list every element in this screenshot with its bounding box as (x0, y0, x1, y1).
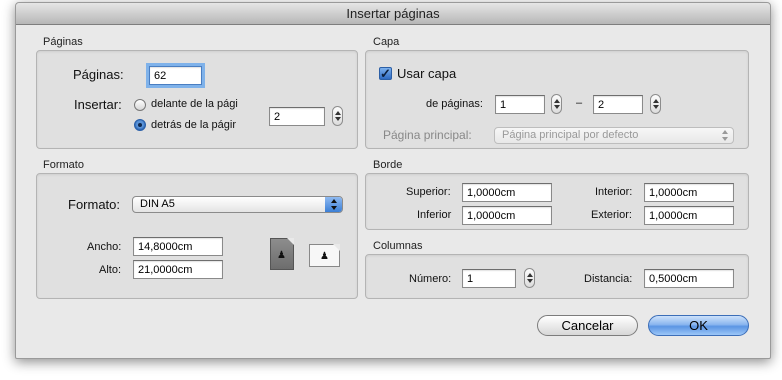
section-title-borde: Borde (373, 159, 403, 171)
alto-input[interactable]: 21,0000cm (133, 260, 223, 279)
inferior-label: Inferior (417, 209, 452, 221)
distancia-input[interactable]: 0,5000cm (644, 269, 734, 288)
pagina-principal-label: Página principal: (383, 128, 472, 142)
radio-before-label[interactable]: delante de la pági (151, 98, 238, 110)
numero-stepper[interactable] (524, 268, 535, 288)
ancho-input[interactable]: 14,8000cm (133, 237, 223, 256)
portrait-icon: ♟ (277, 250, 286, 261)
ancho-label: Ancho: (87, 241, 122, 253)
insert-pages-dialog: Insertar páginas Páginas Páginas: 62 Ins… (15, 2, 771, 359)
exterior-input[interactable]: 1,0000cm (644, 206, 734, 225)
interior-input[interactable]: 1,0000cm (644, 183, 734, 202)
to-page-stepper[interactable] (650, 94, 661, 114)
cancel-button[interactable]: Cancelar (537, 315, 638, 336)
pagina-principal-popup[interactable]: Página principal por defecto (494, 127, 734, 144)
exterior-label: Exterior: (591, 209, 632, 221)
superior-label: Superior: (406, 186, 451, 198)
portrait-orientation-button[interactable]: ♟ (270, 238, 294, 270)
radio-after-label[interactable]: detrás de la págir (151, 119, 236, 131)
de-paginas-label: de páginas: (426, 98, 483, 110)
usar-capa-checkbox[interactable]: ✓ (379, 67, 392, 80)
popup-arrows-icon (716, 128, 733, 143)
interior-label: Interior: (595, 186, 633, 198)
formato-popup[interactable]: DIN A5 (132, 196, 343, 213)
alto-label: Alto: (99, 264, 122, 276)
section-title-formato: Formato (43, 159, 84, 171)
borde-group: Superior: 1,0000cm Inferior 1,0000cm Int… (365, 173, 749, 230)
page-number-input[interactable]: 2 (269, 107, 325, 126)
usar-capa-label[interactable]: Usar capa (397, 66, 456, 81)
radio-after[interactable] (134, 119, 146, 131)
range-dash: – (576, 97, 583, 109)
paginas-label: Páginas: (73, 67, 124, 82)
from-page-stepper[interactable] (551, 94, 562, 114)
columnas-group: Número: 1 Distancia: 0,5000cm (365, 254, 749, 299)
distancia-label: Distancia: (584, 273, 633, 285)
capa-group: ✓ Usar capa de páginas: 1 – 2 Página pri… (365, 50, 749, 149)
popup-arrows-icon (325, 197, 342, 212)
from-page-input[interactable]: 1 (495, 95, 545, 114)
pagina-principal-value: Página principal por defecto (502, 129, 639, 141)
radio-before[interactable] (134, 99, 146, 111)
to-page-input[interactable]: 2 (593, 95, 643, 114)
formato-label: Formato: (68, 197, 121, 212)
window-title: Insertar páginas (16, 3, 770, 25)
numero-label: Número: (409, 273, 452, 285)
inferior-input[interactable]: 1,0000cm (462, 206, 552, 225)
formato-group: Formato: DIN A5 Ancho: 14,8000cm Alto: 2… (36, 173, 358, 299)
insertar-label: Insertar: (74, 97, 122, 112)
section-title-capa: Capa (373, 36, 400, 48)
superior-input[interactable]: 1,0000cm (462, 183, 552, 202)
landscape-icon: ♟ (320, 251, 329, 262)
numero-input[interactable]: 1 (462, 269, 516, 288)
page-number-stepper[interactable] (332, 106, 343, 126)
landscape-orientation-button[interactable]: ♟ (309, 244, 340, 267)
formato-value: DIN A5 (140, 198, 175, 210)
section-title-columnas: Columnas (373, 240, 423, 252)
section-title-paginas: Páginas (43, 36, 83, 48)
ok-button[interactable]: OK (648, 315, 749, 336)
paginas-input[interactable]: 62 (149, 66, 202, 85)
paginas-group: Páginas: 62 Insertar: delante de la pági… (36, 50, 358, 149)
